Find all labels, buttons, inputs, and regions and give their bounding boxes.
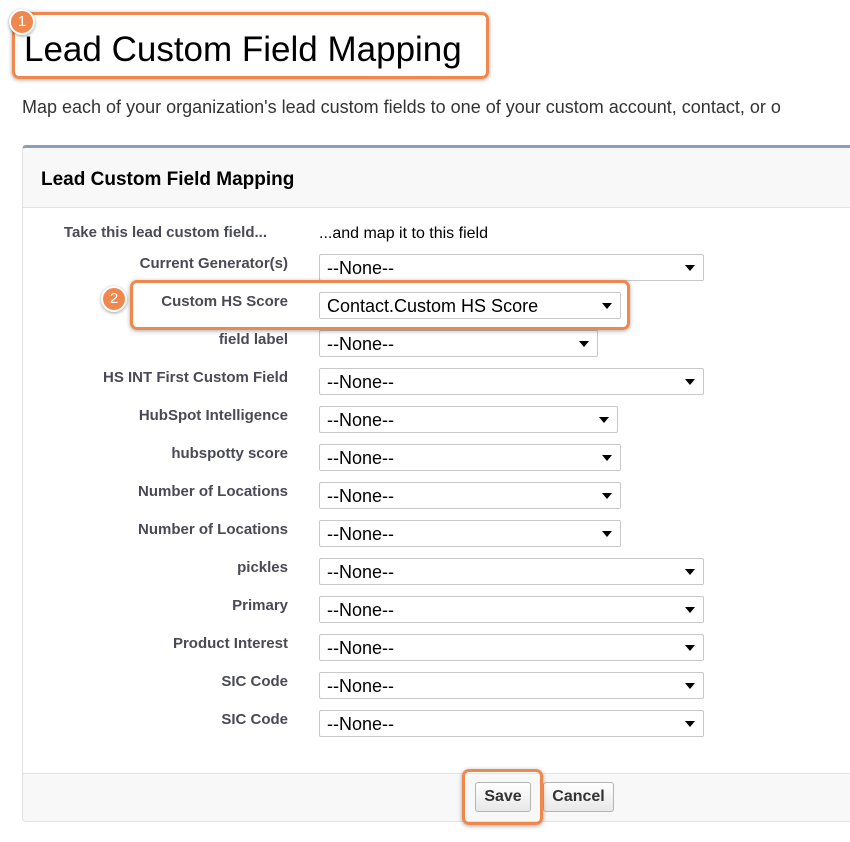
mapping-select[interactable]: --None-- — [319, 482, 621, 509]
select-value: --None-- — [327, 448, 395, 468]
dropdown-arrow-icon — [602, 493, 612, 499]
dropdown-arrow-icon — [685, 569, 695, 575]
save-button[interactable]: Save — [475, 782, 531, 812]
field-label: Number of Locations — [137, 521, 288, 538]
select-value: --None-- — [327, 486, 395, 506]
page-title: Lead Custom Field Mapping — [24, 30, 462, 69]
dropdown-arrow-icon — [685, 379, 695, 385]
field-label: SIC Code — [221, 673, 288, 690]
dropdown-arrow-icon — [579, 341, 589, 347]
select-value: --None-- — [327, 410, 395, 430]
dropdown-arrow-icon — [685, 721, 695, 727]
dropdown-arrow-icon — [685, 683, 695, 689]
mapping-select[interactable]: --None-- — [319, 444, 621, 471]
dropdown-arrow-icon — [685, 265, 695, 271]
mapping-select[interactable]: --None-- — [319, 254, 704, 281]
cancel-button[interactable]: Cancel — [543, 782, 614, 812]
mapping-select[interactable]: --None-- — [319, 634, 704, 661]
field-label: HS INT First Custom Field — [102, 369, 288, 386]
field-label: field label — [218, 331, 288, 348]
dropdown-arrow-icon — [602, 303, 612, 309]
field-label: Product Interest — [172, 635, 288, 652]
field-label: hubspotty score — [171, 445, 288, 462]
field-label: Primary — [232, 597, 288, 614]
step-2-badge: 2 — [101, 286, 127, 312]
field-label: Current Generator(s) — [139, 255, 288, 272]
field-label: SIC Code — [221, 711, 288, 728]
mapping-select[interactable]: --None-- — [319, 558, 704, 585]
field-label: Custom HS Score — [161, 293, 288, 310]
column-header-target-field: ...and map it to this field — [319, 225, 488, 242]
page-description: Map each of your organization's lead cus… — [22, 97, 781, 117]
select-value: --None-- — [327, 714, 395, 734]
mapping-select[interactable]: --None-- — [319, 596, 704, 623]
dropdown-arrow-icon — [602, 531, 612, 537]
select-value: Contact.Custom HS Score — [327, 296, 539, 316]
mapping-select[interactable]: Contact.Custom HS Score — [319, 292, 621, 319]
select-value: --None-- — [327, 676, 395, 696]
mapping-select[interactable]: --None-- — [319, 330, 598, 357]
column-header-lead-field: Take this lead custom field... — [63, 224, 267, 241]
dropdown-arrow-icon — [685, 645, 695, 651]
select-value: --None-- — [327, 638, 395, 658]
panel-header: Lead Custom Field Mapping — [23, 148, 850, 208]
select-value: --None-- — [327, 372, 395, 392]
dropdown-arrow-icon — [685, 607, 695, 613]
panel-title: Lead Custom Field Mapping — [41, 169, 295, 190]
select-value: --None-- — [327, 600, 395, 620]
dropdown-arrow-icon — [602, 455, 612, 461]
field-label: Number of Locations — [137, 483, 288, 500]
field-label: pickles — [237, 559, 288, 576]
mapping-select[interactable]: --None-- — [319, 406, 618, 433]
mapping-select[interactable]: --None-- — [319, 368, 704, 395]
mapping-select[interactable]: --None-- — [319, 672, 704, 699]
mapping-select[interactable]: --None-- — [319, 710, 704, 737]
mapping-select[interactable]: --None-- — [319, 520, 621, 547]
select-value: --None-- — [327, 562, 395, 582]
step-1-badge: 1 — [9, 9, 35, 35]
field-label: HubSpot Intelligence — [138, 407, 288, 424]
dropdown-arrow-icon — [599, 417, 609, 423]
select-value: --None-- — [327, 334, 395, 354]
select-value: --None-- — [327, 524, 395, 544]
select-value: --None-- — [327, 258, 395, 278]
